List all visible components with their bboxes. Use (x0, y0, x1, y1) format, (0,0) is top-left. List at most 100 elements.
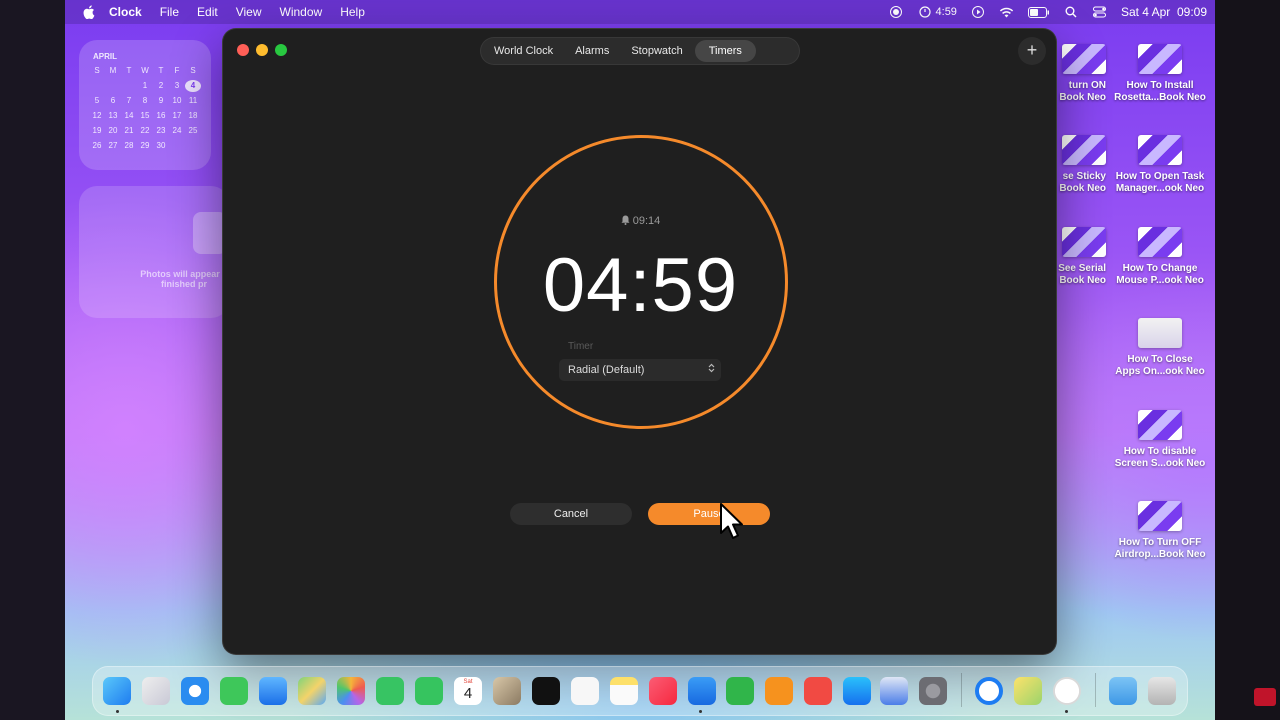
calendar-weekday: S (94, 66, 100, 75)
video-file-icon (1138, 318, 1182, 348)
clock-window: World Clock Alarms Stopwatch Timers + 09… (222, 28, 1057, 655)
phone-icon[interactable] (415, 677, 443, 705)
timer-status-item[interactable]: 4:59 (917, 5, 957, 19)
window-minimize-button[interactable] (256, 44, 268, 56)
calendar-day: 19 (92, 126, 102, 135)
screen-record-icon[interactable] (888, 5, 904, 19)
battery-icon[interactable] (1027, 5, 1050, 19)
spotlight-search-icon[interactable] (1063, 5, 1079, 19)
calendar-day: 20 (108, 126, 118, 135)
desktop-icon-turn-off-airdrop[interactable]: How To Turn OFF Airdrop...Book Neo (1105, 501, 1215, 561)
menu-window[interactable]: Window (280, 5, 323, 19)
video-border-left (0, 0, 65, 720)
menu-file[interactable]: File (160, 5, 179, 19)
menu-view[interactable]: View (236, 5, 262, 19)
tab-stopwatch[interactable]: Stopwatch (621, 40, 692, 62)
calendar-day: 29 (140, 141, 150, 150)
control-center-icon[interactable] (1092, 5, 1108, 19)
trash-icon[interactable] (1148, 677, 1176, 705)
mouse-cursor-icon (719, 503, 745, 541)
calendar-day (169, 140, 185, 152)
tab-alarms[interactable]: Alarms (565, 40, 619, 62)
calendar-day: 4 (185, 80, 201, 92)
photos-icon[interactable] (337, 677, 365, 705)
menu-edit[interactable]: Edit (197, 5, 218, 19)
messages-icon[interactable] (220, 677, 248, 705)
running-indicator (699, 710, 702, 713)
pause-button[interactable]: Pause (648, 503, 770, 525)
rocket-app-icon[interactable] (804, 677, 832, 705)
timer-end-time-text: 09:14 (632, 215, 661, 227)
window-zoom-button[interactable] (275, 44, 287, 56)
calendar-widget[interactable]: APRIL S M T W T F S 1 2 3 4 5 6 7 8 9 10 11 12 13 14 1… (79, 40, 211, 170)
calendar-day (185, 140, 201, 152)
channel-logo-icon (1254, 688, 1276, 706)
calendar-day: 9 (158, 96, 164, 105)
timer-style-value: Radial (Default) (568, 364, 645, 376)
desktop-icon-label: Mouse P...ook Neo (1116, 275, 1204, 286)
downloads-folder-icon[interactable] (1109, 677, 1137, 705)
timer-style-select[interactable]: Radial (Default) (559, 359, 721, 381)
timer-end-time: 09:14 (223, 215, 1056, 227)
menu-app-name[interactable]: Clock (109, 5, 142, 19)
calendar-weekday: S (190, 66, 196, 75)
contacts-icon[interactable] (493, 677, 521, 705)
desktop-icon-close-apps[interactable]: How To Close Apps On...ook Neo (1105, 318, 1215, 378)
now-playing-icon[interactable] (970, 5, 986, 19)
window-close-button[interactable] (237, 44, 249, 56)
desktop-icon-change-mouse[interactable]: How To Change Mouse P...ook Neo (1105, 227, 1215, 287)
numbers-icon[interactable] (726, 677, 754, 705)
maps-icon[interactable] (298, 677, 326, 705)
apple-tv-icon[interactable] (532, 677, 560, 705)
desktop-icon-label: Apps On...ook Neo (1115, 366, 1205, 377)
calendar-weekday: T (126, 66, 132, 75)
calendar-day: 17 (172, 111, 182, 120)
calendar-day: 5 (94, 96, 100, 105)
menu-help[interactable]: Help (340, 5, 365, 19)
menubar-clock[interactable]: Sat 4 Apr 09:09 (1121, 5, 1207, 19)
calendar-icon[interactable]: Sat 4 (454, 677, 482, 705)
calendar-day: 26 (92, 141, 102, 150)
wifi-icon[interactable] (999, 5, 1015, 19)
video-file-icon (1138, 227, 1182, 257)
keynote-icon[interactable] (688, 677, 716, 705)
add-timer-button[interactable]: + (1018, 37, 1046, 65)
tab-timers[interactable]: Timers (694, 40, 756, 62)
photos-widget[interactable]: Photos will appear h finished pr (79, 186, 229, 318)
desktop-icon-disable-screen-saver[interactable]: How To disable Screen S...ook Neo (1105, 410, 1215, 470)
calendar-day: 16 (156, 111, 166, 120)
video-file-icon (1138, 44, 1182, 74)
facetime-icon[interactable] (376, 677, 404, 705)
video-file-icon (1138, 501, 1182, 531)
calendar-day: 8 (142, 96, 148, 105)
desktop-icon-install-rosetta[interactable]: How To Install Rosetta...Book Neo (1105, 44, 1215, 104)
clock-tab-bar: World Clock Alarms Stopwatch Timers (480, 37, 800, 65)
menu-bar: Clock File Edit View Window Help 4:59 Sa… (65, 0, 1215, 24)
app-store-icon[interactable] (843, 677, 871, 705)
finder-icon[interactable] (103, 677, 131, 705)
pages-icon[interactable] (765, 677, 793, 705)
safari-icon[interactable] (181, 677, 209, 705)
video-file-icon (1062, 227, 1106, 257)
calendar-day: 28 (124, 141, 134, 150)
video-file-icon (1138, 410, 1182, 440)
tab-world-clock[interactable]: World Clock (484, 40, 563, 62)
iphone-mirroring-icon[interactable] (880, 677, 908, 705)
stickies-icon[interactable] (1014, 677, 1042, 705)
running-indicator (1065, 710, 1068, 713)
mail-icon[interactable] (259, 677, 287, 705)
music-icon[interactable] (649, 677, 677, 705)
notes-icon[interactable] (610, 677, 638, 705)
quicktime-icon[interactable] (975, 677, 1003, 705)
system-settings-icon[interactable] (919, 677, 947, 705)
desktop-icon-open-task-manager[interactable]: How To Open Task Manager...ook Neo (1105, 135, 1215, 195)
reminders-icon[interactable] (571, 677, 599, 705)
cancel-button[interactable]: Cancel (510, 503, 632, 525)
calendar-weekday: W (141, 66, 149, 75)
clock-app-icon[interactable] (1053, 677, 1081, 705)
launchpad-icon[interactable] (142, 677, 170, 705)
apple-menu-icon[interactable] (81, 4, 97, 20)
calendar-day: 1 (142, 81, 148, 90)
calendar-day: 12 (92, 111, 102, 120)
calendar-day: 27 (108, 141, 118, 150)
